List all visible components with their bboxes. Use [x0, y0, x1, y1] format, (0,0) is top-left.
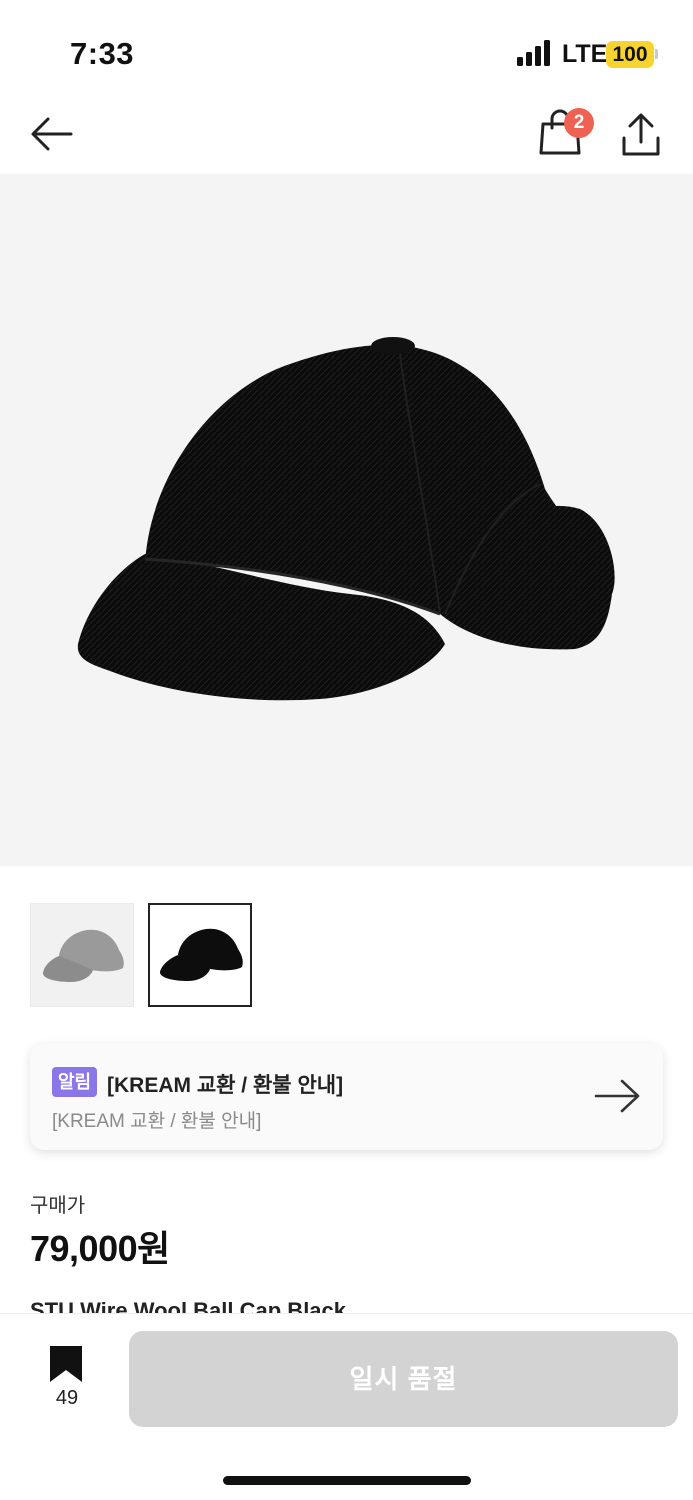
network-label: LTE [562, 40, 608, 68]
thumbnail-gray[interactable] [30, 903, 134, 1007]
arrow-right-icon [594, 1079, 640, 1113]
notice-card[interactable]: 알림 [KREAM 교환 / 환불 안내] [KREAM 교환 / 환불 안내] [30, 1043, 663, 1150]
bottom-action-bar: 49 일시 품절 [0, 1313, 693, 1500]
bookmark-button[interactable]: 49 [36, 1344, 98, 1414]
price-value: 79,000원 [30, 1228, 170, 1269]
back-button[interactable] [26, 112, 76, 156]
battery-cap [655, 49, 658, 59]
sold-out-button[interactable]: 일시 품절 [129, 1331, 678, 1427]
bookmark-icon [50, 1346, 82, 1382]
notice-subtitle: [KREAM 교환 / 환불 안내] [52, 1111, 262, 1132]
share-button[interactable] [616, 110, 666, 160]
top-nav: 2 [0, 100, 693, 173]
thumbnail-black[interactable] [148, 903, 252, 1007]
product-name-text: STU Wire Wool Ball Cap Black [30, 1300, 347, 1314]
battery-icon: 100 [606, 41, 654, 68]
bookmark-count: 49 [55, 1387, 79, 1409]
product-main-image[interactable] [0, 174, 693, 866]
price-label: 구매가 [30, 1195, 86, 1217]
status-time: 7:33 [70, 36, 135, 71]
product-name-partial: STU Wire Wool Ball Cap Black [30, 1300, 470, 1314]
notice-title: [KREAM 교환 / 환불 안내] [107, 1074, 344, 1097]
notice-tag: 알림 [52, 1067, 98, 1097]
arrow-left-icon [31, 117, 73, 151]
black-cap-thumbnail-icon [160, 928, 243, 981]
signal-icon [517, 40, 555, 66]
home-indicator [223, 1476, 471, 1485]
status-bar: 7:33 LTE 100 [0, 0, 693, 100]
gray-cap-thumbnail-icon [43, 929, 124, 982]
bag-count-badge: 2 [564, 108, 594, 138]
black-wool-cap-icon [77, 337, 615, 701]
shopping-bag-button[interactable]: 2 [536, 104, 596, 160]
share-icon [622, 113, 660, 156]
